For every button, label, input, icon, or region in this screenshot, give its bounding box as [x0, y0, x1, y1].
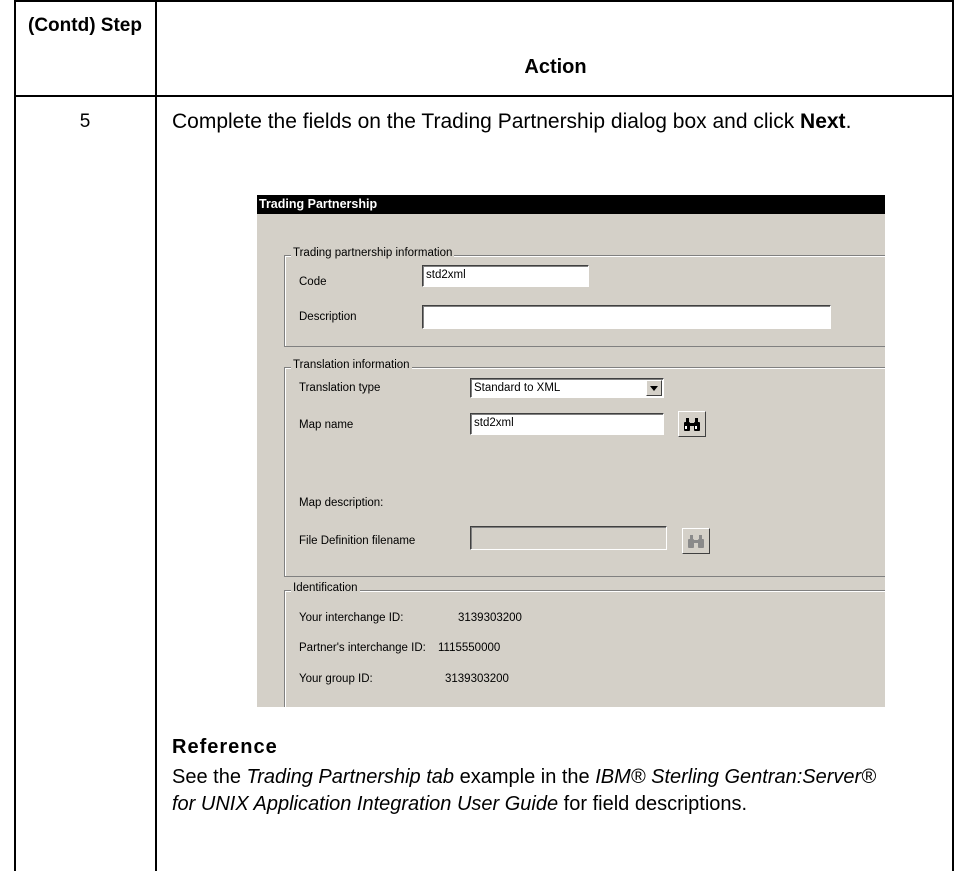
partner-id-value: 1115550000: [438, 642, 501, 654]
partner-id-label: Partner's interchange ID:: [299, 642, 426, 654]
table-border-right: [952, 0, 954, 871]
action-instruction: Complete the fields on the Trading Partn…: [172, 110, 852, 133]
map-name-field[interactable]: std2xml: [470, 413, 664, 435]
map-name-label: Map name: [299, 419, 354, 431]
group-id-label: Your group ID:: [299, 673, 373, 685]
translation-type-label: Translation type: [299, 382, 381, 394]
chevron-down-icon[interactable]: [646, 380, 662, 396]
trading-partnership-dialog: Trading Partnership Trading partnership …: [257, 195, 885, 707]
file-definition-browse-button[interactable]: [682, 528, 710, 554]
description-field[interactable]: [422, 305, 831, 329]
action-column-header: Action: [524, 56, 587, 78]
table-column-divider: [155, 0, 157, 871]
translation-info-legend: Translation information: [291, 359, 412, 371]
step-number: 5: [79, 111, 91, 132]
code-field[interactable]: std2xml: [422, 265, 589, 287]
binoculars-icon: [684, 417, 700, 431]
identification-legend: Identification: [291, 582, 360, 594]
next-keyword: Next: [800, 110, 846, 133]
code-label: Code: [299, 276, 327, 288]
dialog-title: Trading Partnership: [257, 195, 885, 214]
table-header-divider: [14, 95, 954, 97]
description-label: Description: [299, 311, 357, 323]
reference-heading: Reference: [172, 736, 278, 758]
partnership-info-legend: Trading partnership information: [291, 247, 455, 259]
translation-type-value: Standard to XML: [474, 382, 561, 394]
reference-text: See the Trading Partnership tab example …: [172, 766, 876, 815]
tab-name: Trading Partnership tab: [246, 766, 455, 788]
binoculars-icon: [688, 534, 704, 548]
map-description-label: Map description:: [299, 497, 384, 509]
translation-type-select[interactable]: Standard to XML: [470, 378, 664, 398]
group-id-value: 3139303200: [445, 673, 509, 685]
step-column-header: (Contd) Step: [28, 15, 142, 36]
file-definition-field[interactable]: [470, 526, 667, 550]
interchange-id-value: 3139303200: [458, 612, 522, 624]
map-browse-button[interactable]: [678, 411, 706, 437]
interchange-id-label: Your interchange ID:: [299, 612, 404, 624]
file-definition-label: File Definition filename: [299, 535, 416, 547]
